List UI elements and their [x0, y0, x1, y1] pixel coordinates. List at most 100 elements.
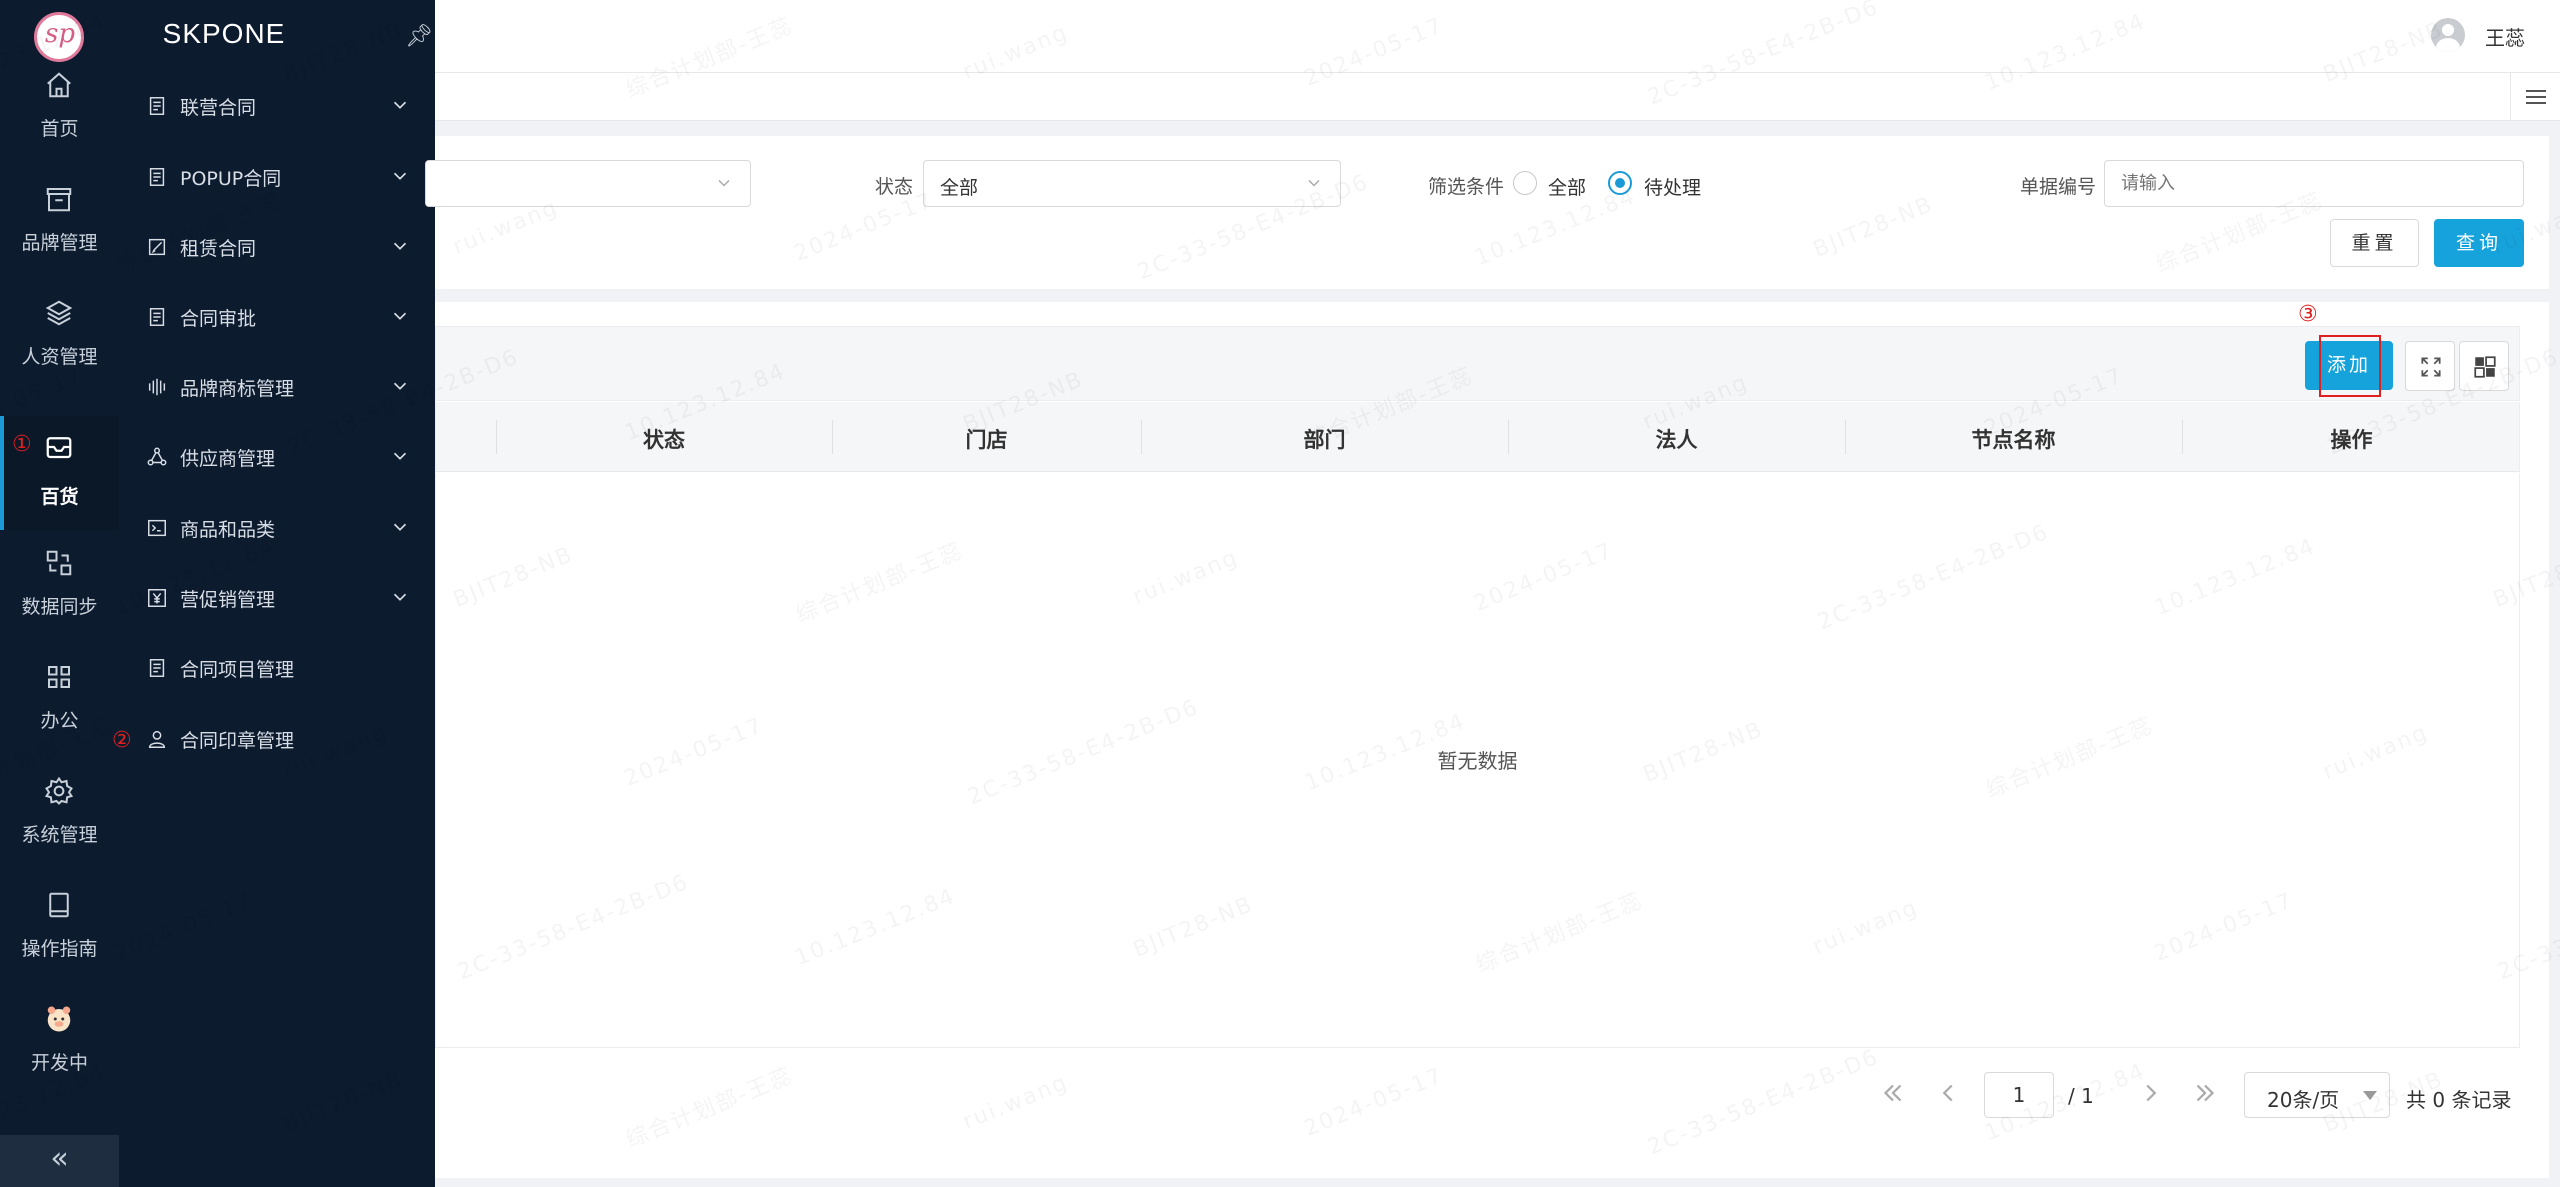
avatar — [2431, 18, 2465, 52]
status-select[interactable]: 全部 — [923, 160, 1341, 207]
rail-item-guide[interactable]: 操作指南 — [0, 872, 119, 986]
chevron-down-icon — [393, 452, 407, 460]
total-records: 共 0 条记录 — [2406, 1088, 2512, 1112]
next-page-icon[interactable] — [2136, 1078, 2166, 1108]
pig-icon — [47, 1006, 71, 1032]
total-pages: / 1 — [2068, 1084, 2094, 1108]
first-filter-select[interactable] — [425, 160, 751, 207]
layers-icon — [45, 300, 73, 326]
submenu-item-popup-contract[interactable]: POPUP合同 — [119, 143, 435, 213]
condition-radio-pending-label[interactable]: 待处理 — [1644, 173, 1701, 200]
document-icon — [149, 168, 165, 186]
layout-icon — [2474, 356, 2496, 378]
annotation-highlight-box — [2319, 335, 2381, 397]
rail-item-office[interactable]: 办公 — [0, 644, 119, 758]
column-header-legal-person[interactable]: 法人 — [1508, 424, 1845, 454]
submenu-item-trademark[interactable]: 品牌商标管理 — [119, 353, 435, 423]
sync-icon — [46, 550, 72, 576]
chevron-down-icon — [393, 312, 407, 320]
submenu-item-promotion[interactable]: 营促销管理 — [119, 564, 435, 634]
rail-item-dev[interactable]: 开发中 — [0, 986, 119, 1100]
chevron-down-icon — [393, 172, 407, 180]
document-icon — [149, 97, 165, 115]
rail-item-data-sync[interactable]: 数据同步 — [0, 530, 119, 644]
current-page-input[interactable]: 1 — [1984, 1072, 2054, 1118]
submenu-item-label: 品牌商标管理 — [180, 378, 295, 400]
rail-item-hr[interactable]: 人资管理 — [0, 280, 119, 394]
annotation-step-1: ① — [12, 432, 32, 457]
last-page-icon[interactable] — [2190, 1078, 2220, 1108]
chevron-down-icon — [1308, 179, 1320, 187]
column-header-node-name[interactable]: 节点名称 — [1845, 424, 2182, 454]
table-toolbar: 添加 — [435, 326, 2520, 401]
submenu-item-contract-seal[interactable]: 合同印章管理 — [119, 705, 435, 775]
rail-item-brand[interactable]: 品牌管理 — [0, 166, 119, 280]
rail-item-label: 品牌管理 — [21, 232, 98, 254]
chevron-down-icon — [718, 179, 730, 187]
status-label: 状态 — [875, 176, 914, 198]
expand-icon — [2421, 357, 2441, 377]
column-header-status[interactable]: 状态 — [496, 424, 832, 454]
submenu-item-joint-contract[interactable]: 联营合同 — [119, 72, 435, 142]
column-header-actions[interactable]: 操作 — [2182, 424, 2521, 454]
annotation-step-2: ② — [112, 728, 132, 753]
first-page-icon[interactable] — [1878, 1078, 1908, 1108]
table-card: 添加 状态 门店 部门 法人 节点名称 操作 暂无数据 ③ — [435, 302, 2549, 1178]
condition-radio-all-label[interactable]: 全部 — [1548, 173, 1586, 200]
document-icon — [149, 659, 165, 677]
rail-item-system[interactable]: 系统管理 — [0, 758, 119, 872]
column-settings-button[interactable] — [2459, 341, 2509, 391]
submenu-item-supplier[interactable]: 供应商管理 — [119, 423, 435, 493]
fullscreen-button[interactable] — [2405, 341, 2455, 391]
submenu-item-label: POPUP合同 — [180, 168, 282, 190]
grid-icon — [48, 666, 70, 688]
page-size-value: 20条/页 — [2267, 1088, 2340, 1112]
caret-down-icon — [2363, 1091, 2377, 1100]
submenu-item-label: 合同审批 — [180, 308, 257, 330]
user-icon — [148, 730, 166, 748]
reset-button[interactable]: 重置 — [2330, 219, 2419, 267]
chevron-down-icon — [393, 523, 407, 531]
yen-icon — [148, 589, 166, 607]
rail-item-label: 开发中 — [30, 1052, 88, 1074]
top-header: 王蕊 — [435, 0, 2560, 73]
brand-name: SKPONE — [162, 18, 286, 49]
submenu-item-label: 营促销管理 — [180, 589, 276, 611]
chevron-down-icon — [393, 242, 407, 250]
pin-icon[interactable]: 📌︎ — [405, 24, 433, 49]
home-icon — [47, 72, 71, 98]
query-button[interactable]: 查询 — [2434, 219, 2524, 267]
submenu-item-label: 商品和品类 — [180, 519, 276, 541]
column-header-store[interactable]: 门店 — [832, 424, 1141, 454]
condition-radio-pending[interactable] — [1608, 171, 1632, 195]
network-icon — [147, 447, 167, 466]
store-icon — [46, 188, 72, 212]
submenu-item-label: 合同印章管理 — [180, 730, 295, 752]
condition-radio-all[interactable] — [1513, 171, 1537, 195]
doc-no-input[interactable] — [2104, 160, 2524, 207]
icon-rail: 首页 品牌管理 人资管理 百货 数据同步 办公 系统管理 操作指南 开发中 « … — [0, 0, 119, 1187]
submenu-item-label: 合同项目管理 — [180, 659, 295, 681]
tab-bar — [435, 73, 2560, 121]
doc-no-label: 单据编号 — [2020, 176, 2097, 198]
edit-document-icon — [148, 238, 166, 256]
table-body: 暂无数据 — [435, 473, 2520, 1048]
tabs-menu-button[interactable] — [2510, 73, 2560, 121]
submenu-item-contract-project[interactable]: 合同项目管理 — [119, 634, 435, 704]
table-header: 状态 门店 部门 法人 节点名称 操作 — [435, 402, 2520, 472]
column-header-department[interactable]: 部门 — [1141, 424, 1508, 454]
status-select-value: 全部 — [940, 177, 979, 199]
submenu-item-contract-approval[interactable]: 合同审批 — [119, 283, 435, 353]
submenu-item-lease-contract[interactable]: 租赁合同 — [119, 213, 435, 283]
rail-item-label: 数据同步 — [21, 596, 98, 618]
brand-header: SKPONE 📌︎ — [119, 0, 435, 75]
prev-page-icon[interactable] — [1933, 1078, 1963, 1108]
condition-label: 筛选条件 — [1428, 176, 1505, 198]
submenu-item-goods-category[interactable]: 商品和品类 — [119, 494, 435, 564]
terminal-icon — [148, 519, 166, 537]
page-size-select[interactable]: 20条/页 — [2244, 1072, 2390, 1118]
chevron-down-icon — [393, 382, 407, 390]
empty-state-text: 暂无数据 — [1437, 749, 1518, 773]
collapse-sidebar-button[interactable]: « — [0, 1135, 119, 1187]
rail-item-home[interactable]: 首页 — [0, 52, 119, 166]
